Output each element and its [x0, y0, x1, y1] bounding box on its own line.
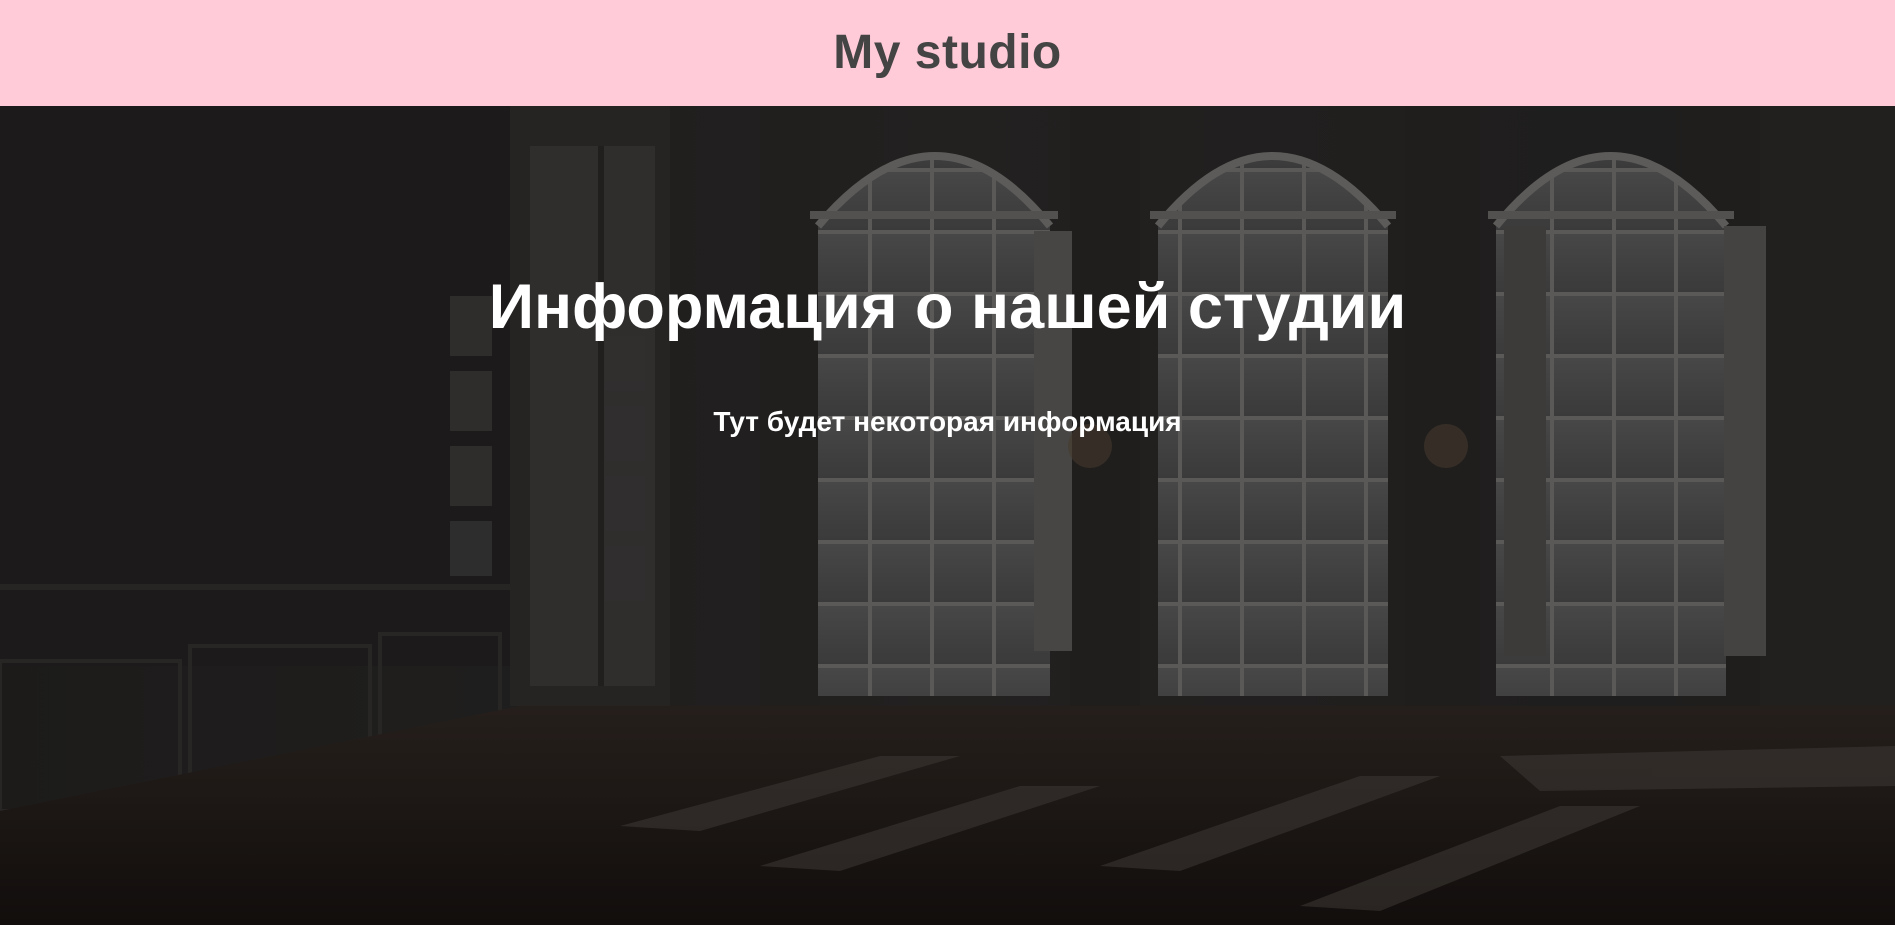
hero-title: Информация о нашей студии [488, 272, 1407, 342]
site-brand-title: My studio [833, 25, 1062, 79]
hero-content: Информация о нашей студии Тут будет неко… [0, 106, 1895, 925]
hero-subtitle: Тут будет некоторая информация [713, 406, 1182, 437]
site-header: My studio [0, 0, 1895, 106]
hero-section: Информация о нашей студии Тут будет неко… [0, 106, 1895, 925]
